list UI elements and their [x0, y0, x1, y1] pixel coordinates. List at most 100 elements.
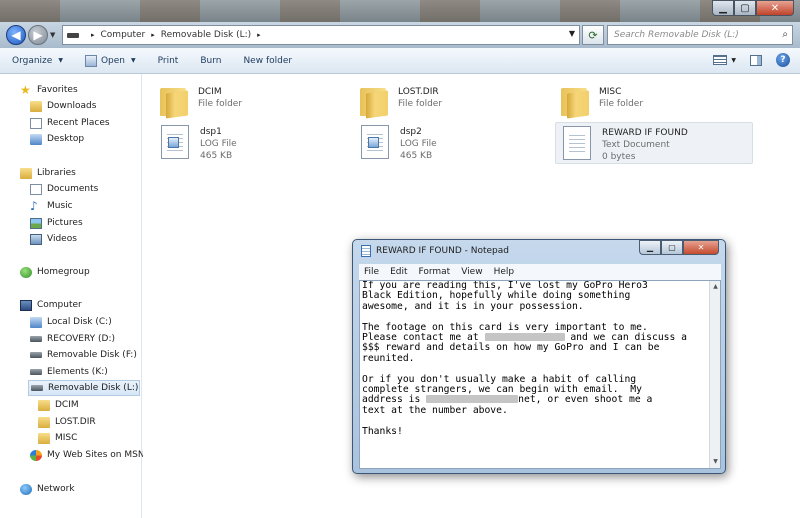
nav-desktop[interactable]: Desktop [30, 131, 84, 147]
print-button[interactable]: Print [158, 56, 179, 66]
menu-view[interactable]: View [461, 267, 482, 277]
preview-pane-icon[interactable] [750, 54, 762, 66]
windows-drive-icon [30, 316, 42, 328]
menu-file[interactable]: File [364, 267, 379, 277]
nav-favorites[interactable]: ★ Favorites [20, 82, 78, 98]
chevron-right-icon[interactable]: ▸ [151, 31, 155, 39]
nav-libraries[interactable]: Libraries [20, 165, 76, 181]
notepad-scrollbar[interactable]: ▲ ▼ [709, 281, 720, 468]
address-row: ◀ ▶ ▼ ▸ Computer ▸ Removable Disk (L:) ▸… [0, 22, 800, 48]
nav-network[interactable]: Network [20, 481, 75, 497]
notepad-text-area[interactable]: If you are reading this, I've lost my Go… [359, 280, 721, 469]
file-name: MISC [599, 87, 622, 97]
chevron-right-icon[interactable]: ▸ [91, 31, 95, 39]
nav-documents[interactable]: Documents [30, 181, 98, 197]
back-button[interactable]: ◀ [6, 25, 26, 45]
menu-edit[interactable]: Edit [390, 267, 407, 277]
nav-computer[interactable]: Computer [20, 297, 82, 313]
scroll-down-icon[interactable]: ▼ [711, 457, 720, 467]
text-line: ​ [362, 416, 710, 426]
file-item-dcim[interactable]: DCIM File folder [157, 82, 347, 122]
window-titlebar: ▁ ▢ ✕ [0, 0, 800, 22]
folder-icon [157, 86, 189, 119]
menu-help[interactable]: Help [494, 267, 515, 277]
nav-label: Computer [37, 300, 82, 310]
chevron-right-icon[interactable]: ▸ [257, 31, 261, 39]
address-bar[interactable]: ▸ Computer ▸ Removable Disk (L:) ▸ ▼ [62, 25, 580, 45]
notepad-titlebar[interactable]: REWARD IF FOUND - Notepad [361, 245, 509, 257]
libraries-icon [20, 167, 32, 179]
nav-local-disk-c[interactable]: Local Disk (C:) [30, 314, 112, 330]
minimize-button[interactable]: ▁ [712, 0, 734, 16]
nav-music[interactable]: ♪ Music [30, 198, 73, 214]
nav-videos[interactable]: Videos [30, 231, 77, 247]
burn-button[interactable]: Burn [200, 56, 221, 66]
text-line: Thanks! [362, 425, 403, 437]
scroll-up-icon[interactable]: ▲ [711, 282, 720, 292]
nav-recovery-d[interactable]: RECOVERY (D:) [30, 331, 115, 347]
view-controls: ▼ ? [713, 53, 790, 67]
folder-icon [38, 416, 50, 428]
new-folder-label: New folder [243, 55, 293, 66]
nav-elements-k[interactable]: Elements (K:) [30, 364, 108, 380]
notepad-close-button[interactable]: ✕ [683, 240, 719, 255]
address-dropdown-icon[interactable]: ▼ [569, 29, 575, 38]
text-document-icon [563, 126, 591, 160]
file-name: REWARD IF FOUND [602, 128, 688, 138]
forward-button[interactable]: ▶ [28, 25, 48, 45]
nav-misc[interactable]: MISC [38, 430, 77, 446]
search-input[interactable]: Search Removable Disk (L:) ⌕ [607, 25, 793, 45]
documents-icon [30, 183, 42, 195]
recent-pages-icon[interactable]: ▼ [50, 31, 55, 39]
nav-downloads[interactable]: Downloads [30, 98, 96, 114]
nav-removable-f[interactable]: Removable Disk (F:) [30, 347, 137, 363]
file-item-dsp2[interactable]: dsp2 LOG File 465 KB [357, 122, 547, 162]
file-item-reward-if-found[interactable]: REWARD IF FOUND Text Document 0 bytes [555, 122, 753, 164]
nav-homegroup[interactable]: Homegroup [20, 264, 90, 280]
nav-label: Recent Places [47, 118, 110, 128]
file-item-dsp1[interactable]: dsp1 LOG File 465 KB [157, 122, 347, 162]
change-view-button[interactable]: ▼ [713, 55, 736, 65]
drive-icon [30, 352, 42, 358]
help-icon[interactable]: ? [776, 53, 790, 67]
close-button[interactable]: ✕ [756, 0, 794, 16]
new-folder-button[interactable]: New folder [243, 56, 292, 66]
homegroup-icon [20, 266, 32, 278]
recent-places-icon [30, 117, 42, 129]
open-button[interactable]: Open ▼ [84, 54, 136, 67]
log-file-icon [161, 125, 189, 159]
nav-dcim[interactable]: DCIM [38, 397, 79, 413]
nav-label: Favorites [37, 85, 78, 95]
redacted-phone [484, 333, 565, 342]
notepad-icon [84, 54, 97, 67]
notepad-maximize-button[interactable]: ▢ [661, 240, 683, 255]
nav-label: Removable Disk (L:) [48, 383, 139, 393]
file-item-misc[interactable]: MISC File folder [558, 82, 748, 122]
nav-pictures[interactable]: Pictures [30, 215, 83, 231]
breadcrumb-removable-disk[interactable]: Removable Disk (L:) [161, 30, 251, 40]
nav-lost-dir[interactable]: LOST.DIR [38, 414, 96, 430]
nav-removable-l[interactable]: Removable Disk (L:) [28, 380, 140, 396]
nav-recent-places[interactable]: Recent Places [30, 115, 110, 131]
desktop-icon [30, 133, 42, 145]
folder-icon [38, 432, 50, 444]
file-size: 465 KB [400, 151, 433, 161]
search-icon[interactable]: ⌕ [782, 29, 788, 40]
file-size: 465 KB [200, 151, 233, 161]
drive-icon [67, 32, 79, 38]
refresh-button[interactable]: ⟳ [582, 25, 604, 45]
file-size: 0 bytes [602, 152, 636, 162]
file-type: Text Document [602, 140, 670, 150]
nav-label: RECOVERY (D:) [47, 334, 116, 344]
menu-format[interactable]: Format [419, 267, 451, 277]
file-name: DCIM [198, 87, 222, 97]
navigation-pane: ★ Favorites Downloads Recent Places Deskt… [0, 74, 145, 518]
titlebar-background [0, 0, 800, 22]
maximize-button[interactable]: ▢ [734, 0, 756, 16]
breadcrumb-computer[interactable]: Computer [101, 30, 146, 40]
command-bar: Organize ▼ Open ▼ Print Burn New folder … [0, 48, 800, 74]
nav-my-web-sites[interactable]: My Web Sites on MSN [30, 447, 145, 463]
notepad-minimize-button[interactable]: ▁ [639, 240, 661, 255]
organize-button[interactable]: Organize ▼ [12, 56, 63, 66]
file-item-lost-dir[interactable]: LOST.DIR File folder [357, 82, 547, 122]
